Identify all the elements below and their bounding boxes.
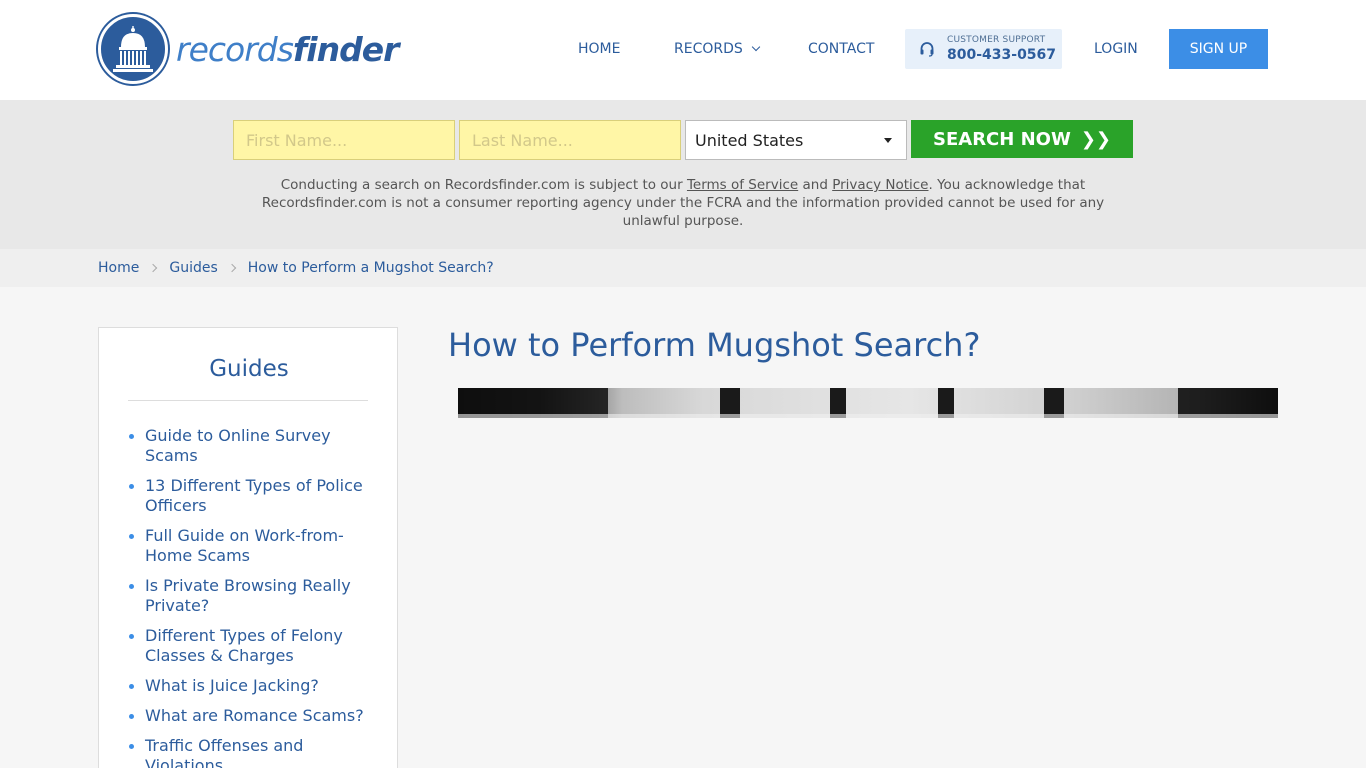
last-name-input[interactable]	[459, 120, 681, 160]
nav-contact[interactable]: CONTACT	[808, 29, 874, 69]
guides-sidebar: Guides Guide to Online Survey Scams 13 D…	[98, 327, 398, 768]
breadcrumb: Home Guides How to Perform a Mugshot Sea…	[0, 249, 1366, 287]
headset-icon	[920, 42, 934, 57]
first-name-input[interactable]	[233, 120, 455, 160]
nav-login[interactable]: LOGIN	[1094, 29, 1138, 69]
nav-contact-label: CONTACT	[808, 41, 875, 57]
page-title: How to Perform Mugshot Search?	[448, 326, 981, 364]
guide-item[interactable]: Is Private Browsing Really Private?	[128, 576, 368, 616]
logo-text-finder: finder	[292, 29, 399, 69]
guide-item[interactable]: Different Types of Felony Classes & Char…	[128, 626, 368, 666]
nav-home-label: HOME	[578, 41, 621, 57]
guide-item[interactable]: Full Guide on Work-from-Home Scams	[128, 526, 368, 566]
sidebar-title: Guides	[209, 356, 289, 382]
guide-item[interactable]: Traffic Offenses and Violations	[128, 736, 368, 768]
search-now-button[interactable]: SEARCH NOW ❯❯	[911, 120, 1133, 158]
nav-login-label: LOGIN	[1094, 41, 1138, 57]
nav-records-label: RECORDS	[674, 41, 743, 57]
double-chevron-right-icon: ❯❯	[1080, 128, 1111, 150]
search-section: United States SEARCH NOW ❯❯ Conducting a…	[0, 100, 1366, 249]
disclaimer-text-1: Conducting a search on Recordsfinder.com…	[280, 177, 687, 193]
breadcrumb-home[interactable]: Home	[98, 260, 139, 276]
chevron-down-icon	[751, 42, 761, 52]
site-header: recordsfinder HOME RECORDS CONTACT CUSTO…	[0, 0, 1366, 100]
country-select-value: United States	[695, 130, 804, 150]
guides-list: Guide to Online Survey Scams 13 Differen…	[128, 426, 368, 768]
article-hero-image	[458, 388, 1278, 418]
sign-up-button[interactable]: SIGN UP	[1169, 29, 1268, 69]
breadcrumb-current[interactable]: How to Perform a Mugshot Search?	[248, 260, 494, 276]
customer-support-box[interactable]: CUSTOMER SUPPORT 800-433-0567	[905, 29, 1062, 69]
chevron-right-icon	[227, 263, 236, 273]
capitol-logo-icon	[98, 14, 168, 84]
country-select[interactable]: United States	[685, 120, 907, 160]
support-label: CUSTOMER SUPPORT	[947, 35, 1046, 45]
site-logo[interactable]: recordsfinder	[98, 14, 408, 84]
nav-home[interactable]: HOME	[578, 29, 620, 69]
chevron-right-icon	[149, 263, 158, 273]
caret-down-icon	[884, 138, 892, 143]
guide-item[interactable]: What are Romance Scams?	[128, 706, 368, 726]
terms-of-service-link[interactable]: Terms of Service	[687, 177, 798, 193]
logo-text-records: records	[176, 29, 294, 69]
search-now-label: SEARCH NOW	[933, 128, 1071, 150]
support-phone[interactable]: 800-433-0567	[947, 48, 1056, 62]
logo-wordmark: recordsfinder	[176, 29, 399, 69]
sidebar-divider	[128, 400, 368, 401]
guide-item[interactable]: What is Juice Jacking?	[128, 676, 368, 696]
guide-item[interactable]: 13 Different Types of Police Officers	[128, 476, 368, 516]
guide-item[interactable]: Guide to Online Survey Scams	[128, 426, 368, 466]
breadcrumb-guides[interactable]: Guides	[169, 260, 217, 276]
privacy-notice-link[interactable]: Privacy Notice	[832, 177, 928, 193]
disclaimer-text-and: and	[798, 177, 833, 193]
nav-records[interactable]: RECORDS	[674, 29, 761, 69]
search-disclaimer: Conducting a search on Recordsfinder.com…	[260, 176, 1106, 230]
